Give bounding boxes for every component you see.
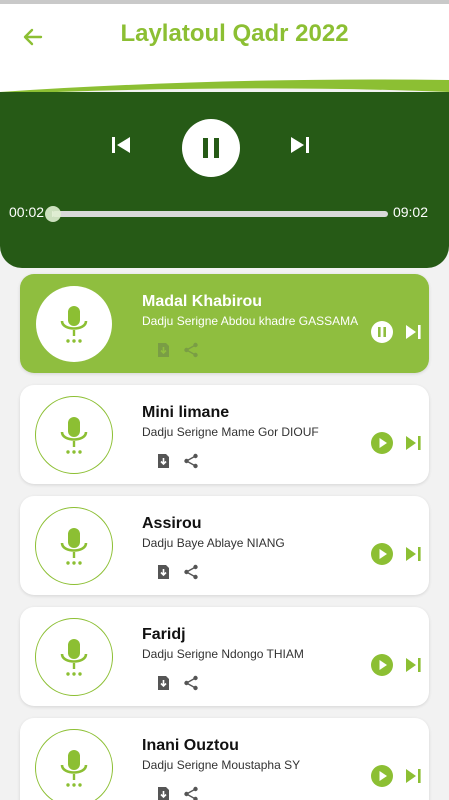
pause-icon[interactable] — [370, 320, 394, 344]
download-icon[interactable] — [155, 342, 171, 358]
share-icon[interactable] — [183, 786, 199, 800]
play-icon[interactable] — [370, 431, 394, 455]
track-list: Madal Khabirou Dadju Serigne Abdou khadr… — [20, 274, 429, 800]
download-icon[interactable] — [155, 564, 171, 580]
track-title: Inani Ouztou — [142, 737, 239, 754]
download-icon[interactable] — [155, 453, 171, 469]
seek-thumb[interactable] — [45, 206, 62, 222]
skip-previous-icon[interactable] — [108, 132, 134, 158]
total-time: 09:02 — [392, 204, 428, 220]
track-artist: Dadju Serigne Mame Gor DIOUF — [142, 425, 319, 439]
share-icon[interactable] — [183, 453, 199, 469]
skip-next-icon[interactable] — [403, 655, 423, 675]
track-avatar — [35, 507, 113, 585]
pause-button[interactable] — [182, 119, 240, 177]
track-artist: Dadju Serigne Ndongo THIAM — [142, 647, 304, 661]
track-avatar — [36, 286, 112, 362]
download-icon[interactable] — [155, 786, 171, 800]
track-title: Madal Khabirou — [142, 293, 263, 310]
track-artist: Dadju Serigne Abdou khadre GASSAMA — [142, 314, 359, 328]
microphone-icon — [60, 750, 88, 787]
track-avatar — [35, 729, 113, 800]
skip-next-icon[interactable] — [403, 544, 423, 564]
seek-bar[interactable] — [45, 206, 388, 222]
skip-next-icon[interactable] — [403, 322, 423, 342]
share-icon[interactable] — [183, 342, 199, 358]
track-card[interactable]: Mini limane Dadju Serigne Mame Gor DIOUF — [20, 385, 429, 484]
current-time: 00:02 — [9, 204, 45, 220]
microphone-icon — [60, 639, 88, 676]
microphone-icon — [60, 417, 88, 454]
play-icon[interactable] — [370, 653, 394, 677]
download-icon[interactable] — [155, 675, 171, 691]
microphone-icon — [60, 528, 88, 565]
skip-next-icon[interactable] — [403, 766, 423, 786]
track-card[interactable]: Inani Ouztou Dadju Serigne Moustapha SY — [20, 718, 429, 800]
track-card[interactable]: Madal Khabirou Dadju Serigne Abdou khadr… — [20, 274, 429, 373]
track-title: Mini limane — [142, 404, 230, 421]
track-artist: Dadju Baye Ablaye NIANG — [142, 536, 285, 550]
track-avatar — [35, 396, 113, 474]
page-title: Laylatoul Qadr 2022 — [120, 20, 349, 47]
track-avatar — [35, 618, 113, 696]
track-card[interactable]: Assirou Dadju Baye Ablaye NIANG — [20, 496, 429, 595]
share-icon[interactable] — [183, 675, 199, 691]
app-bar: Laylatoul Qadr 2022 — [0, 4, 449, 70]
track-title: Assirou — [142, 515, 202, 532]
pause-icon — [203, 138, 219, 158]
microphone-icon — [60, 306, 88, 343]
app-screen: Laylatoul Qadr 2022 00:02 09:02 Madal Kh… — [0, 0, 449, 800]
play-icon[interactable] — [370, 542, 394, 566]
back-button[interactable] — [16, 22, 50, 52]
arrow-left-icon — [23, 28, 43, 46]
skip-next-icon[interactable] — [403, 433, 423, 453]
track-card[interactable]: Faridj Dadju Serigne Ndongo THIAM — [20, 607, 429, 706]
skip-next-icon[interactable] — [287, 132, 313, 158]
play-icon[interactable] — [370, 764, 394, 788]
track-artist: Dadju Serigne Moustapha SY — [142, 758, 301, 772]
share-icon[interactable] — [183, 564, 199, 580]
track-title: Faridj — [142, 626, 186, 643]
audio-player: 00:02 09:02 — [0, 92, 449, 268]
